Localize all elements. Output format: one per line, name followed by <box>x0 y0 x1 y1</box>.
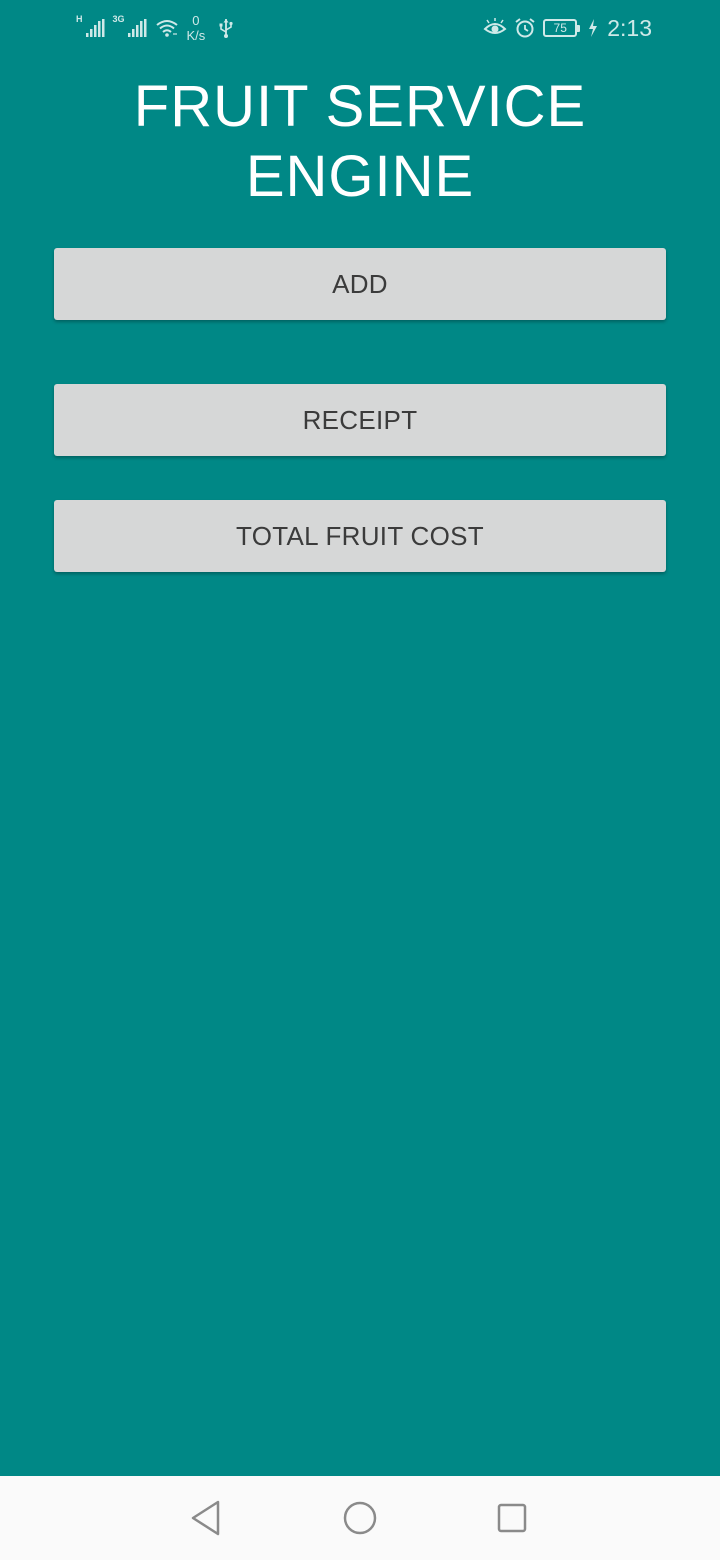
battery-level: 75 <box>553 21 567 35</box>
navigation-bar <box>0 1476 720 1560</box>
network-type-1: H <box>76 14 83 24</box>
wifi-icon <box>155 20 178 37</box>
status-right: 75 2:13 <box>483 10 652 46</box>
nav-recents-button[interactable] <box>490 1496 534 1540</box>
speed-unit: K/s <box>186 28 206 43</box>
network-type-2: 3G <box>112 14 125 24</box>
nav-back-button[interactable] <box>184 1496 228 1540</box>
speed-value: 0 <box>192 13 200 28</box>
back-icon <box>191 1500 220 1536</box>
network-speed: 0 K/s <box>187 13 206 43</box>
status-time: 2:13 <box>607 14 652 41</box>
home-icon <box>343 1501 377 1535</box>
signal-icon <box>85 19 104 37</box>
total-fruit-cost-button[interactable]: TOTAL FRUIT COST <box>54 500 666 572</box>
page-title-line-1: FRUIT SERVICE <box>133 74 587 139</box>
recents-icon <box>497 1503 527 1533</box>
status-left: H 3G 0 K/s <box>76 10 233 46</box>
usb-icon <box>219 19 233 38</box>
page-title: FRUIT SERVICE ENGINE <box>0 72 720 212</box>
alarm-icon <box>515 18 535 38</box>
battery-icon: 75 <box>543 19 581 37</box>
status-bar: H 3G 0 K/s 75 2:13 <box>0 0 720 56</box>
signal-icon <box>127 19 147 37</box>
add-button[interactable]: ADD <box>54 248 666 320</box>
nav-home-button[interactable] <box>338 1496 382 1540</box>
page-title-line-2: ENGINE <box>245 144 475 209</box>
charging-icon <box>589 19 598 37</box>
eye-comfort-icon <box>483 18 507 34</box>
receipt-button[interactable]: RECEIPT <box>54 384 666 456</box>
